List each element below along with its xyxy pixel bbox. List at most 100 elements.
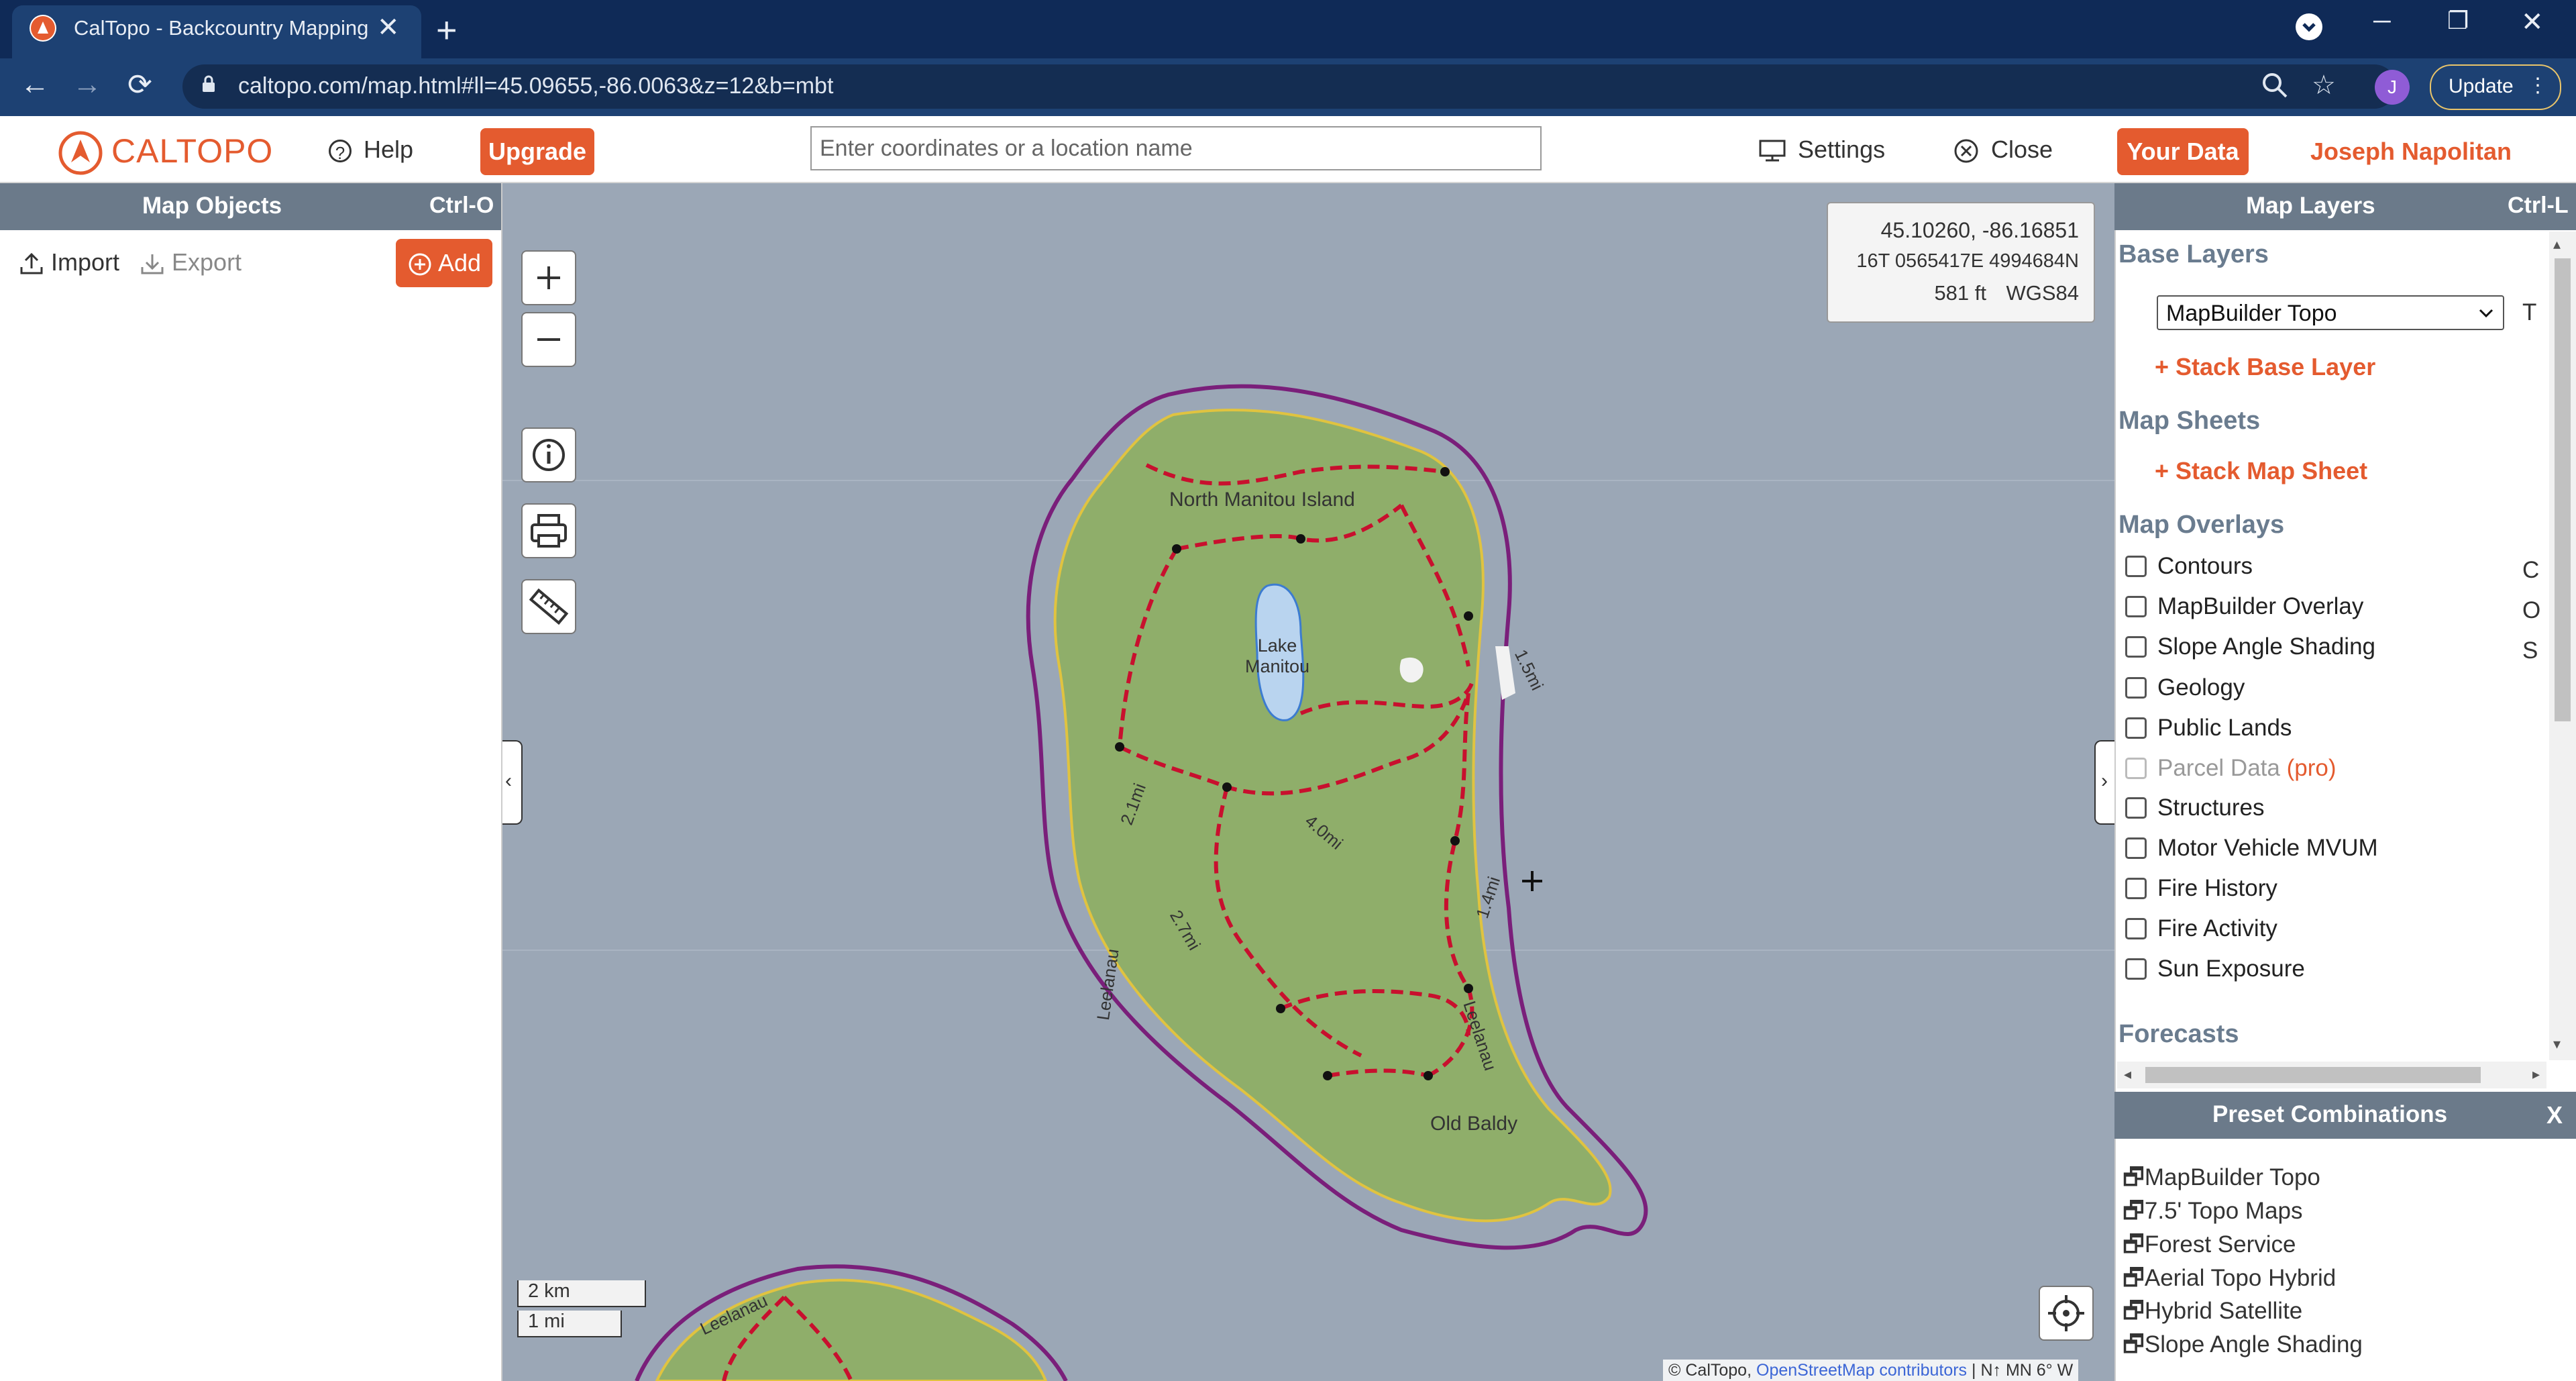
stack-base-layer-link[interactable]: + Stack Base Layer xyxy=(2155,353,2375,381)
osm-contributors-link[interactable]: OpenStreetMap contributors xyxy=(1756,1361,1967,1380)
overlay-checkbox[interactable] xyxy=(2125,596,2147,617)
overlay-hotkey: O xyxy=(2522,597,2541,623)
chevron-left-icon: ‹ xyxy=(505,770,512,792)
pro-badge: (pro) xyxy=(2286,755,2337,781)
stack-map-sheet-link[interactable]: + Stack Map Sheet xyxy=(2155,457,2367,485)
caltopo-logo-text[interactable]: CALTOPO xyxy=(111,132,273,170)
map-objects-panel xyxy=(0,183,502,1381)
overlay-checkbox[interactable] xyxy=(2125,717,2147,739)
overlay-label: Public Lands xyxy=(2157,715,2292,741)
zoom-in-button[interactable] xyxy=(521,250,576,305)
preset-close-button[interactable]: X xyxy=(2546,1101,2563,1129)
coord-utm: 16T 0565417E 4994684N xyxy=(1856,250,2079,272)
overlay-checkbox[interactable] xyxy=(2125,797,2147,819)
import-button[interactable]: Import xyxy=(19,248,119,276)
preset-label: Forest Service xyxy=(2144,1231,2296,1258)
base-layer-select[interactable]: MapBuilder Topo xyxy=(2157,295,2504,330)
peak-label: Old Baldy xyxy=(1430,1113,1518,1135)
printer-icon xyxy=(531,514,567,548)
preset-combinations-title: Preset Combinations xyxy=(2212,1101,2448,1127)
overlay-label: Slope Angle Shading xyxy=(2157,633,2375,660)
window-icon: 🗗 xyxy=(2123,1265,2145,1291)
window-close-button[interactable]: ✕ xyxy=(2521,7,2544,38)
import-label: Import xyxy=(51,248,120,276)
overlay-label: Motor Vehicle MVUM xyxy=(2157,835,2378,861)
update-label: Update xyxy=(2449,75,2514,97)
collapse-left-panel-button[interactable]: ‹ xyxy=(502,740,523,825)
info-button[interactable] xyxy=(521,427,576,482)
forward-icon[interactable]: → xyxy=(72,68,102,101)
print-button[interactable] xyxy=(521,503,576,558)
lake-label: Lake Manitou xyxy=(1244,635,1310,676)
overlay-checkbox[interactable] xyxy=(2125,636,2147,658)
collapse-right-panel-button[interactable]: › xyxy=(2094,740,2114,825)
update-button[interactable]: Update ⋮ xyxy=(2430,64,2561,110)
overlay-checkbox[interactable] xyxy=(2125,958,2147,980)
attribution-suffix: | N↑ MN 6° W xyxy=(1972,1361,2074,1380)
help-label: Help xyxy=(364,136,414,163)
chevron-down-icon xyxy=(2476,299,2496,332)
measure-button[interactable] xyxy=(521,579,576,634)
reload-icon[interactable]: ⟳ xyxy=(127,68,152,102)
overlay-checkbox-disabled xyxy=(2125,758,2147,779)
user-name-link[interactable]: Joseph Napolitan xyxy=(2310,138,2512,166)
overlay-hotkey: C xyxy=(2522,557,2540,583)
tab-search-icon[interactable] xyxy=(2296,13,2322,40)
preset-item[interactable]: 🗗Slope Angle Shading xyxy=(2123,1328,2363,1368)
close-circle-icon xyxy=(1953,136,1986,163)
scroll-down-icon[interactable]: ▾ xyxy=(2553,1035,2561,1053)
overlay-checkbox[interactable] xyxy=(2125,556,2147,577)
caltopo-favicon-icon xyxy=(30,15,56,42)
profile-avatar[interactable]: J xyxy=(2375,70,2410,105)
overlay-label: Structures xyxy=(2157,795,2265,821)
scale-bar-km: 2 km xyxy=(517,1280,646,1307)
vertical-scroll-thumb[interactable] xyxy=(2555,258,2571,721)
your-data-button[interactable]: Your Data xyxy=(2117,128,2249,175)
overlay-checkbox[interactable] xyxy=(2125,918,2147,939)
locate-me-button[interactable] xyxy=(2039,1286,2094,1341)
topo-map-render xyxy=(502,183,2114,1381)
scroll-up-icon[interactable]: ▴ xyxy=(2553,236,2561,253)
horizontal-scroll-thumb[interactable] xyxy=(2145,1067,2481,1083)
bookmark-star-icon[interactable]: ☆ xyxy=(2312,70,2336,101)
map-canvas[interactable]: North Manitou Island Lake Manitou Old Ba… xyxy=(502,183,2114,1381)
help-button[interactable]: ? Help xyxy=(329,136,413,164)
info-icon xyxy=(533,439,565,471)
kebab-menu-icon[interactable]: ⋮ xyxy=(2528,74,2548,97)
add-object-button[interactable]: Add xyxy=(396,239,492,287)
settings-button[interactable]: Settings xyxy=(1759,136,1885,164)
base-layer-selected: MapBuilder Topo xyxy=(2166,301,2337,326)
layers-vertical-scrollbar[interactable]: ▴ ▾ xyxy=(2549,232,2576,1060)
scroll-left-icon[interactable]: ◂ xyxy=(2124,1066,2131,1083)
layers-horizontal-scrollbar[interactable]: ◂ ▸ xyxy=(2117,1062,2546,1088)
preset-label: 7.5' Topo Maps xyxy=(2144,1198,2303,1224)
overlay-label: Fire Activity xyxy=(2157,915,2277,941)
plus-icon xyxy=(537,266,560,289)
location-search-input[interactable] xyxy=(810,126,1542,170)
close-label: Close xyxy=(1991,136,2053,163)
monitor-icon xyxy=(1759,136,1792,163)
zoom-out-button[interactable] xyxy=(521,312,576,367)
export-button[interactable]: Export xyxy=(140,248,241,276)
forecasts-heading: Forecasts xyxy=(2118,1020,2239,1048)
window-restore-button[interactable]: ❐ xyxy=(2447,7,2469,35)
tab-close-icon[interactable]: ✕ xyxy=(377,12,400,43)
zoom-icon[interactable] xyxy=(2261,71,2289,103)
map-layers-title: Map Layers xyxy=(2246,193,2375,219)
overlay-checkbox[interactable] xyxy=(2125,837,2147,859)
scroll-right-icon[interactable]: ▸ xyxy=(2532,1066,2540,1083)
window-minimize-button[interactable]: ─ xyxy=(2373,7,2391,35)
overlay-checkbox[interactable] xyxy=(2125,878,2147,899)
ruler-icon xyxy=(529,588,569,625)
chevron-right-icon: › xyxy=(2101,770,2108,792)
window-icon: 🗗 xyxy=(2123,1298,2145,1324)
overlay-label: Fire History xyxy=(2157,875,2277,901)
lock-icon xyxy=(201,75,216,93)
overlay-checkbox[interactable] xyxy=(2125,677,2147,699)
new-tab-button[interactable]: + xyxy=(436,9,458,51)
back-icon[interactable]: ← xyxy=(20,68,50,101)
upgrade-button[interactable]: Upgrade xyxy=(480,128,594,175)
close-button[interactable]: Close xyxy=(1953,136,2053,164)
crosshair-icon xyxy=(2048,1295,2084,1331)
download-icon xyxy=(140,248,165,276)
